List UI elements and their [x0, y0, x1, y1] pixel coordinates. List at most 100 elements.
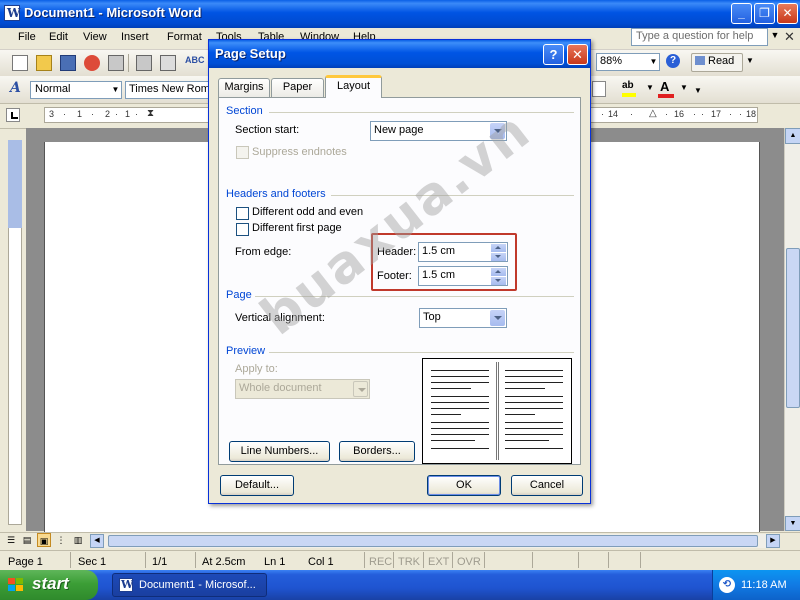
print-layout-view-icon[interactable]: ▣ — [37, 533, 51, 547]
word-title-bar[interactable]: Document1 - Microsoft Word _ ❐ ✕ — [0, 0, 800, 28]
highlight-dropdown-icon[interactable]: ▼ — [646, 83, 654, 92]
word-app-icon[interactable] — [4, 5, 20, 21]
footer-distance-spinner[interactable]: 1.5 cm — [418, 266, 508, 286]
formatting-options-icon[interactable]: ▼ — [694, 86, 702, 95]
menu-file[interactable]: File — [18, 31, 36, 43]
help-icon[interactable]: ? — [666, 54, 680, 68]
network-tray-icon[interactable]: ⟲ — [719, 577, 735, 593]
dialog-title-bar[interactable]: Page Setup ? ✕ — [209, 40, 590, 68]
dialog-help-button[interactable]: ? — [543, 44, 564, 65]
status-divider — [70, 552, 71, 568]
scroll-down-icon[interactable]: ▼ — [785, 516, 800, 531]
header-distance-spinner[interactable]: 1.5 cm — [418, 242, 508, 262]
status-at: At 2.5cm — [202, 556, 246, 568]
menu-view[interactable]: View — [83, 31, 107, 43]
borders-icon[interactable] — [592, 81, 606, 97]
chevron-down-icon[interactable] — [490, 310, 505, 326]
zoom-dropdown-icon[interactable]: ▼ — [648, 54, 659, 70]
odd-even-checkbox[interactable] — [236, 207, 249, 220]
status-trk[interactable]: TRK — [398, 556, 420, 568]
help-search-input[interactable]: Type a question for help — [631, 28, 768, 46]
menu-edit[interactable]: Edit — [49, 31, 68, 43]
cancel-button[interactable]: Cancel — [511, 475, 583, 496]
print-preview-icon[interactable] — [160, 55, 176, 71]
first-page-checkbox[interactable] — [236, 223, 249, 236]
toolbar-options-icon[interactable]: ▼ — [746, 56, 754, 65]
default-button[interactable]: Default... — [220, 475, 294, 496]
spin-down-icon[interactable] — [491, 253, 506, 261]
web-view-icon[interactable]: ▤ — [20, 533, 34, 547]
dialog-close-button[interactable]: ✕ — [567, 44, 588, 65]
taskbar-word-button[interactable]: Document1 - Microsof... — [112, 573, 267, 597]
ruler-label: · — [63, 109, 66, 119]
menu-insert[interactable]: Insert — [121, 31, 149, 43]
scroll-left-icon[interactable]: ◀ — [90, 534, 104, 548]
first-page-label: Different first page — [252, 222, 342, 234]
ruler-label: · — [693, 109, 696, 119]
indent-marker-icon[interactable]: ⧗ — [147, 108, 156, 122]
spelling-icon[interactable]: ABC — [185, 55, 205, 71]
scroll-up-icon[interactable]: ▲ — [785, 128, 800, 144]
vertical-scroll-thumb[interactable] — [786, 248, 800, 408]
menu-format[interactable]: Format — [167, 31, 202, 43]
status-rec[interactable]: REC — [369, 556, 392, 568]
style-dropdown-icon[interactable]: ▼ — [110, 82, 121, 98]
horizontal-scroll-thumb[interactable] — [108, 535, 758, 547]
print-icon[interactable] — [108, 55, 124, 71]
read-button[interactable]: Read — [691, 53, 743, 72]
apply-to-select[interactable]: Whole document — [235, 379, 370, 399]
normal-view-icon[interactable]: ☰ — [4, 533, 18, 547]
ok-button[interactable]: OK — [427, 475, 501, 496]
preview-group-title: Preview — [226, 345, 266, 357]
document-close-icon[interactable]: ✕ — [784, 29, 795, 45]
ruler-label: · — [739, 109, 742, 119]
outline-view-icon[interactable]: ⋮ — [54, 533, 68, 547]
book-icon — [695, 56, 705, 65]
start-button[interactable]: start — [0, 570, 98, 600]
chevron-down-icon[interactable] — [353, 381, 368, 397]
open-folder-icon[interactable] — [36, 55, 52, 71]
section-divider — [269, 112, 574, 113]
status-ovr[interactable]: OVR — [457, 556, 481, 568]
spin-down-icon[interactable] — [491, 277, 506, 285]
style-combo[interactable]: Normal — [30, 81, 122, 99]
minimize-button[interactable]: _ — [731, 3, 752, 24]
right-indent-marker-icon[interactable]: △ — [649, 108, 657, 119]
status-line: Ln 1 — [264, 556, 286, 568]
tab-paper[interactable]: Paper — [271, 78, 324, 97]
vertical-alignment-select[interactable]: Top — [419, 308, 507, 328]
font-color-dropdown-icon[interactable]: ▼ — [680, 83, 688, 92]
tab-margins[interactable]: Margins — [218, 78, 270, 97]
reading-view-icon[interactable]: ▥ — [71, 533, 85, 547]
status-divider — [145, 552, 146, 568]
horizontal-scrollbar[interactable]: ◀ ▶ — [90, 534, 780, 548]
tab-layout[interactable]: Layout — [325, 75, 382, 98]
styles-icon[interactable]: A — [10, 80, 21, 96]
clock[interactable]: 11:18 AM — [741, 579, 787, 591]
status-divider — [364, 552, 365, 568]
preview-left-page — [426, 362, 497, 460]
help-dropdown-icon[interactable]: ▼ — [770, 30, 780, 44]
footer-distance-value: 1.5 cm — [422, 269, 456, 281]
header-distance-value: 1.5 cm — [422, 245, 456, 257]
status-bar: Page 1 Sec 1 1/1 At 2.5cm Ln 1 Col 1 REC… — [0, 550, 800, 571]
line-numbers-button[interactable]: Line Numbers... — [229, 441, 330, 462]
spin-up-icon[interactable] — [491, 244, 506, 252]
status-ext[interactable]: EXT — [428, 556, 449, 568]
from-edge-label: From edge: — [235, 246, 292, 258]
maximize-button[interactable]: ❐ — [754, 3, 775, 24]
new-document-icon[interactable] — [12, 55, 28, 71]
tab-selector-icon[interactable] — [6, 108, 20, 122]
ruler-label: · — [601, 109, 604, 119]
spin-up-icon[interactable] — [491, 268, 506, 276]
font-combo[interactable]: Times New Roman — [125, 81, 210, 99]
permission-icon[interactable] — [84, 55, 100, 71]
save-icon[interactable] — [60, 55, 76, 71]
close-button[interactable]: ✕ — [777, 3, 798, 24]
borders-button[interactable]: Borders... — [339, 441, 415, 462]
scroll-right-icon[interactable]: ▶ — [766, 534, 780, 548]
vertical-scrollbar[interactable]: ▲ ▼ — [784, 128, 800, 531]
suppress-endnotes-checkbox[interactable] — [236, 146, 249, 159]
ruler-label: · — [115, 109, 118, 119]
quick-print-icon[interactable] — [136, 55, 152, 71]
